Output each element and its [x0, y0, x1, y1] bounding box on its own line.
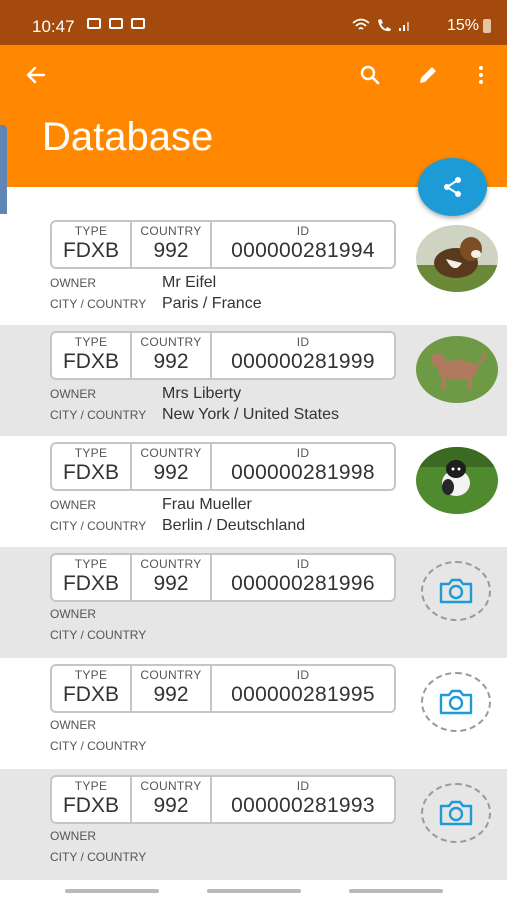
battery-icon	[483, 19, 491, 33]
dog-photo[interactable]	[416, 336, 498, 403]
type-label: TYPE	[74, 779, 108, 793]
type-value: FDXB	[62, 461, 119, 484]
camera-icon	[439, 689, 473, 715]
list-item[interactable]: TYPE FDXB COUNTRY 992 ID 000000281998 OWNER…	[0, 436, 507, 547]
dog-photo[interactable]	[416, 225, 498, 292]
country-label: COUNTRY	[140, 224, 202, 238]
country-value: 992	[153, 683, 189, 706]
list-item[interactable]: TYPE FDXB COUNTRY 992 ID 000000281994 OWNER…	[0, 214, 507, 325]
id-label: ID	[296, 335, 310, 349]
status-bar: 10:47 15%	[0, 0, 507, 45]
id-value: 000000281994	[231, 239, 375, 262]
tag-info-box: TYPE FDXB COUNTRY 992 ID 000000281994	[50, 220, 396, 269]
owner-label: OWNER	[50, 718, 96, 732]
country-value: 992	[153, 461, 189, 484]
type-value: FDXB	[62, 683, 119, 706]
share-button[interactable]	[418, 158, 487, 216]
owner-value: Frau Mueller	[162, 496, 252, 513]
country-value: 992	[153, 350, 189, 373]
id-value: 000000281995	[231, 683, 375, 706]
dog-photo[interactable]	[416, 447, 498, 514]
country-label: COUNTRY	[140, 779, 202, 793]
city-country-value: New York / United States	[162, 406, 339, 423]
nav-back-pill[interactable]	[349, 889, 443, 893]
edit-icon[interactable]	[416, 63, 440, 87]
tag-info-box: TYPE FDXB COUNTRY 992 ID 000000281993	[50, 775, 396, 824]
owner-value: Mr Eifel	[162, 274, 217, 291]
camera-icon	[439, 578, 473, 604]
country-value: 992	[153, 794, 189, 817]
country-label: COUNTRY	[140, 335, 202, 349]
country-value: 992	[153, 239, 189, 262]
type-label: TYPE	[74, 668, 108, 682]
list-item[interactable]: TYPE FDXB COUNTRY 992 ID 000000281993 OWNER…	[0, 769, 507, 880]
add-photo-button[interactable]	[421, 783, 491, 843]
country-label: COUNTRY	[140, 446, 202, 460]
country-label: COUNTRY	[140, 668, 202, 682]
type-label: TYPE	[74, 557, 108, 571]
message-icon	[131, 18, 145, 29]
tag-info-box: TYPE FDXB COUNTRY 992 ID 000000281998	[50, 442, 396, 491]
id-value: 000000281998	[231, 461, 375, 484]
search-icon[interactable]	[358, 63, 382, 87]
tag-info-box: TYPE FDXB COUNTRY 992 ID 000000281995	[50, 664, 396, 713]
id-label: ID	[296, 779, 310, 793]
owner-label: OWNER	[50, 607, 96, 621]
id-value: 000000281993	[231, 794, 375, 817]
id-label: ID	[296, 557, 310, 571]
signal-icon	[399, 22, 409, 31]
type-value: FDXB	[62, 350, 119, 373]
id-label: ID	[296, 224, 310, 238]
nav-home-pill[interactable]	[207, 889, 301, 893]
owner-label: OWNER	[50, 387, 96, 401]
id-value: 000000281999	[231, 350, 375, 373]
city-country-value: Berlin / Deutschland	[162, 517, 306, 534]
type-label: TYPE	[74, 224, 108, 238]
list-item[interactable]: TYPE FDXB COUNTRY 992 ID 000000281996 OWNER…	[0, 547, 507, 658]
owner-value: Mrs Liberty	[162, 385, 242, 402]
city-country-label: CITY / COUNTRY	[50, 297, 147, 311]
battery-text: 15%	[446, 17, 479, 34]
owner-label: OWNER	[50, 498, 96, 512]
owner-label: OWNER	[50, 276, 96, 290]
id-label: ID	[296, 668, 310, 682]
tag-info-box: TYPE FDXB COUNTRY 992 ID 000000281996	[50, 553, 396, 602]
status-indicators	[352, 18, 412, 32]
city-country-label: CITY / COUNTRY	[50, 850, 147, 864]
type-value: FDXB	[62, 572, 119, 595]
back-arrow-icon[interactable]	[24, 63, 48, 87]
camera-icon	[439, 800, 473, 826]
country-value: 992	[153, 572, 189, 595]
nav-recent-pill[interactable]	[65, 889, 159, 893]
message-icon	[87, 18, 101, 29]
city-country-label: CITY / COUNTRY	[50, 519, 147, 533]
image-icon	[109, 18, 123, 29]
country-label: COUNTRY	[140, 557, 202, 571]
share-icon	[443, 177, 461, 197]
call-icon	[378, 19, 391, 32]
id-value: 000000281996	[231, 572, 375, 595]
system-navigation-bar	[0, 885, 507, 900]
type-label: TYPE	[74, 335, 108, 349]
city-country-label: CITY / COUNTRY	[50, 408, 147, 422]
owner-label: OWNER	[50, 829, 96, 843]
wifi-icon	[352, 18, 370, 30]
type-value: FDXB	[62, 794, 119, 817]
add-photo-button[interactable]	[421, 561, 491, 621]
list-item[interactable]: TYPE FDXB COUNTRY 992 ID 000000281999 OWNER…	[0, 325, 507, 436]
type-value: FDXB	[62, 239, 119, 262]
city-country-label: CITY / COUNTRY	[50, 628, 147, 642]
tag-info-box: TYPE FDXB COUNTRY 992 ID 000000281999	[50, 331, 396, 380]
city-country-label: CITY / COUNTRY	[50, 739, 147, 753]
city-country-value: Paris / France	[162, 295, 262, 312]
notification-icons	[87, 18, 145, 29]
page-title: Database	[42, 115, 214, 159]
more-options-icon[interactable]	[469, 63, 493, 87]
record-list: TYPE FDXB COUNTRY 992 ID 000000281994 OWNER…	[0, 214, 507, 880]
add-photo-button[interactable]	[421, 672, 491, 732]
list-item[interactable]: TYPE FDXB COUNTRY 992 ID 000000281995 OWNER…	[0, 658, 507, 769]
id-label: ID	[296, 446, 310, 460]
status-time: 10:47	[32, 17, 75, 36]
type-label: TYPE	[74, 446, 108, 460]
